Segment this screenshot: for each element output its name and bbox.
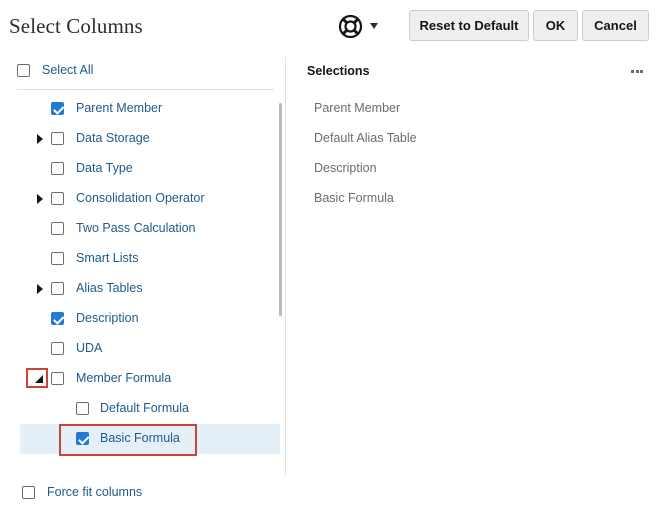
tree-row[interactable]: Basic Formula [20, 424, 280, 456]
select-all-checkbox[interactable] [17, 63, 30, 77]
tree-item-checkbox[interactable] [51, 252, 64, 265]
lifebuoy-icon [338, 14, 363, 39]
expand-icon[interactable] [34, 283, 46, 295]
tree-row[interactable]: UDA [20, 334, 280, 364]
tree-item-checkbox[interactable] [51, 282, 64, 295]
tree-item-checkbox[interactable] [51, 192, 64, 205]
reset-to-default-button[interactable]: Reset to Default [409, 10, 529, 41]
tree-item-label[interactable]: Default Formula [100, 401, 189, 415]
selections-list: Parent Member Default Alias Table Descript… [314, 94, 417, 214]
tree-item-label[interactable]: Description [76, 311, 139, 325]
tree-item-checkbox[interactable] [51, 342, 64, 355]
tree-item-label[interactable]: Member Formula [76, 371, 171, 385]
selection-item[interactable]: Parent Member [314, 94, 417, 124]
select-all-row[interactable]: Select All [17, 61, 93, 79]
tree-item-label[interactable]: Alias Tables [76, 281, 142, 295]
selection-item[interactable]: Description [314, 154, 417, 184]
tree-item-label[interactable]: Data Type [76, 161, 133, 175]
tree-item-label[interactable]: Consolidation Operator [76, 191, 205, 205]
tree-row[interactable]: Alias Tables [20, 274, 280, 304]
expand-icon[interactable] [34, 193, 46, 205]
collapse-icon[interactable] [26, 368, 48, 388]
tree-item-label[interactable]: Two Pass Calculation [76, 221, 196, 235]
ok-button[interactable]: OK [533, 10, 578, 41]
tree-item-checkbox[interactable] [51, 132, 64, 145]
divider [17, 89, 274, 90]
tree-row[interactable]: Data Type [20, 154, 280, 184]
tree-item-label[interactable]: Smart Lists [76, 251, 139, 265]
tree-item-label[interactable]: Parent Member [76, 101, 162, 115]
tree-item-checkbox[interactable] [51, 222, 64, 235]
tree-row[interactable]: Default Formula [20, 394, 280, 424]
more-horizontal-icon[interactable] [631, 70, 645, 73]
panel-divider [285, 57, 286, 475]
chevron-down-icon [370, 23, 378, 29]
tree-row[interactable]: Consolidation Operator [20, 184, 280, 214]
expand-icon[interactable] [34, 133, 46, 145]
tree-scrollbar[interactable] [279, 103, 282, 316]
tree-row[interactable]: Member Formula [20, 364, 280, 394]
help-menu-button[interactable] [338, 12, 388, 40]
select-all-label[interactable]: Select All [42, 63, 93, 77]
tree-row[interactable]: Two Pass Calculation [20, 214, 280, 244]
column-tree: Parent Member Data Storage Data Type Consol… [20, 94, 280, 456]
tree-row[interactable]: Smart Lists [20, 244, 280, 274]
selections-heading: Selections [307, 64, 370, 78]
tree-item-label[interactable]: UDA [76, 341, 102, 355]
selection-item[interactable]: Default Alias Table [314, 124, 417, 154]
tree-row[interactable]: Data Storage [20, 124, 280, 154]
tree-row[interactable]: Description [20, 304, 280, 334]
tree-row[interactable]: Parent Member [20, 94, 280, 124]
force-fit-row[interactable]: Force fit columns [22, 484, 142, 500]
force-fit-label[interactable]: Force fit columns [47, 485, 142, 499]
tree-item-label[interactable]: Data Storage [76, 131, 150, 145]
dialog-title: Select Columns [9, 14, 143, 38]
force-fit-checkbox[interactable] [22, 485, 35, 499]
tree-item-checkbox[interactable] [51, 102, 64, 115]
selection-item[interactable]: Basic Formula [314, 184, 417, 214]
tree-item-checkbox[interactable] [51, 312, 64, 325]
tree-item-checkbox[interactable] [51, 372, 64, 385]
tree-item-checkbox[interactable] [76, 402, 89, 415]
select-columns-dialog: Select Columns Reset to Default OK Cance… [0, 0, 662, 514]
tree-item-checkbox[interactable] [51, 162, 64, 175]
annotation-highlight-box [59, 424, 197, 456]
cancel-button[interactable]: Cancel [582, 10, 649, 41]
